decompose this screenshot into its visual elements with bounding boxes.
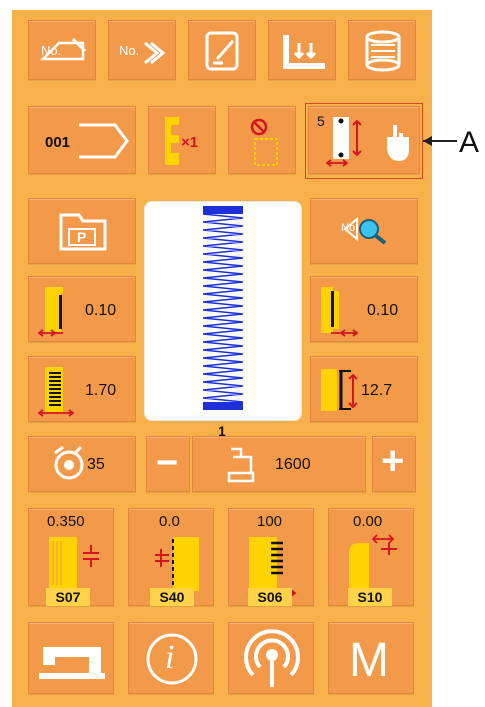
end-backtack-icon	[321, 287, 359, 337]
stitch-density-icon	[37, 367, 75, 417]
stitch-density-value: 1.70	[85, 382, 117, 399]
speed-limit-button[interactable]: 35	[28, 436, 136, 492]
sewing-machine-icon	[39, 647, 105, 679]
row1-label-1: No.	[41, 43, 62, 58]
pattern-number-edit-icon	[39, 37, 87, 61]
stitch-density-button[interactable]: 1.70	[28, 356, 136, 422]
setting-s40-value: 0.0	[159, 513, 180, 530]
folder-button[interactable]: P	[28, 198, 136, 264]
row1-label-2: No.	[119, 43, 140, 58]
signal-icon	[244, 629, 300, 687]
setting-s06-code: S06	[248, 588, 292, 606]
end-backtack-button[interactable]: 0.10	[310, 276, 418, 342]
start-backtack-button[interactable]: 0.10	[28, 276, 136, 342]
pattern-number-button[interactable]: 001	[28, 106, 136, 174]
counter-reset-icon	[250, 118, 278, 166]
mode-label: M	[349, 634, 389, 687]
search-label: No.	[341, 222, 359, 234]
search-button[interactable]: No.	[310, 198, 418, 264]
sewing-mode-button[interactable]	[28, 622, 114, 694]
setting-s06-value: 100	[257, 513, 283, 530]
edit-document-icon	[205, 31, 239, 71]
speed-minus-label: −	[156, 442, 179, 484]
callout-label: A	[459, 126, 480, 159]
info-button[interactable]: i	[128, 622, 214, 694]
stitch-width-value: 12.7	[361, 382, 393, 399]
pattern-number-edit-button[interactable]: No.	[28, 20, 96, 80]
presser-foot-button[interactable]	[268, 20, 336, 80]
stitch-width-button[interactable]: 12.7	[310, 356, 418, 422]
setting-s07-code: S07	[46, 588, 90, 606]
pattern-number-select-button[interactable]: No.	[108, 20, 176, 80]
mode-button[interactable]: M	[328, 622, 414, 694]
presser-foot-down-icon	[283, 35, 325, 69]
communication-button[interactable]	[228, 622, 314, 694]
counter-multiplier: ×1	[181, 134, 199, 151]
callout-line	[423, 140, 457, 142]
speed-limit-value: 35	[87, 456, 105, 473]
info-label: i	[165, 639, 175, 676]
folder-label: P	[77, 229, 87, 245]
speed-icon	[54, 445, 84, 480]
stitch-preview	[144, 201, 302, 421]
counter-reset-button[interactable]	[228, 106, 296, 174]
edit-document-button[interactable]	[188, 20, 256, 80]
setting-s07-value: 0.350	[47, 513, 85, 530]
setting-s40-code: S40	[150, 588, 194, 606]
setting-s10-code: S10	[348, 588, 392, 606]
thread-spool-button[interactable]	[348, 20, 416, 80]
speed-plus-label: +	[381, 439, 405, 483]
zigzag-stitch-graphic	[202, 206, 244, 410]
max-speed-value: 1600	[275, 456, 311, 473]
search-icon	[343, 216, 387, 245]
thread-spool-icon	[365, 30, 401, 72]
pattern-number: 001	[45, 134, 71, 151]
speed-plus-button[interactable]: +	[372, 436, 416, 492]
max-speed-display[interactable]: 1600	[192, 436, 366, 492]
callout-highlight	[305, 103, 423, 179]
setting-s10-value: 0.00	[353, 513, 383, 530]
speed-minus-button[interactable]: −	[146, 436, 190, 492]
end-backtack-value: 0.10	[367, 302, 399, 319]
counter-button[interactable]: ×1	[148, 106, 216, 174]
start-backtack-icon	[37, 287, 63, 337]
start-backtack-value: 0.10	[85, 302, 117, 319]
